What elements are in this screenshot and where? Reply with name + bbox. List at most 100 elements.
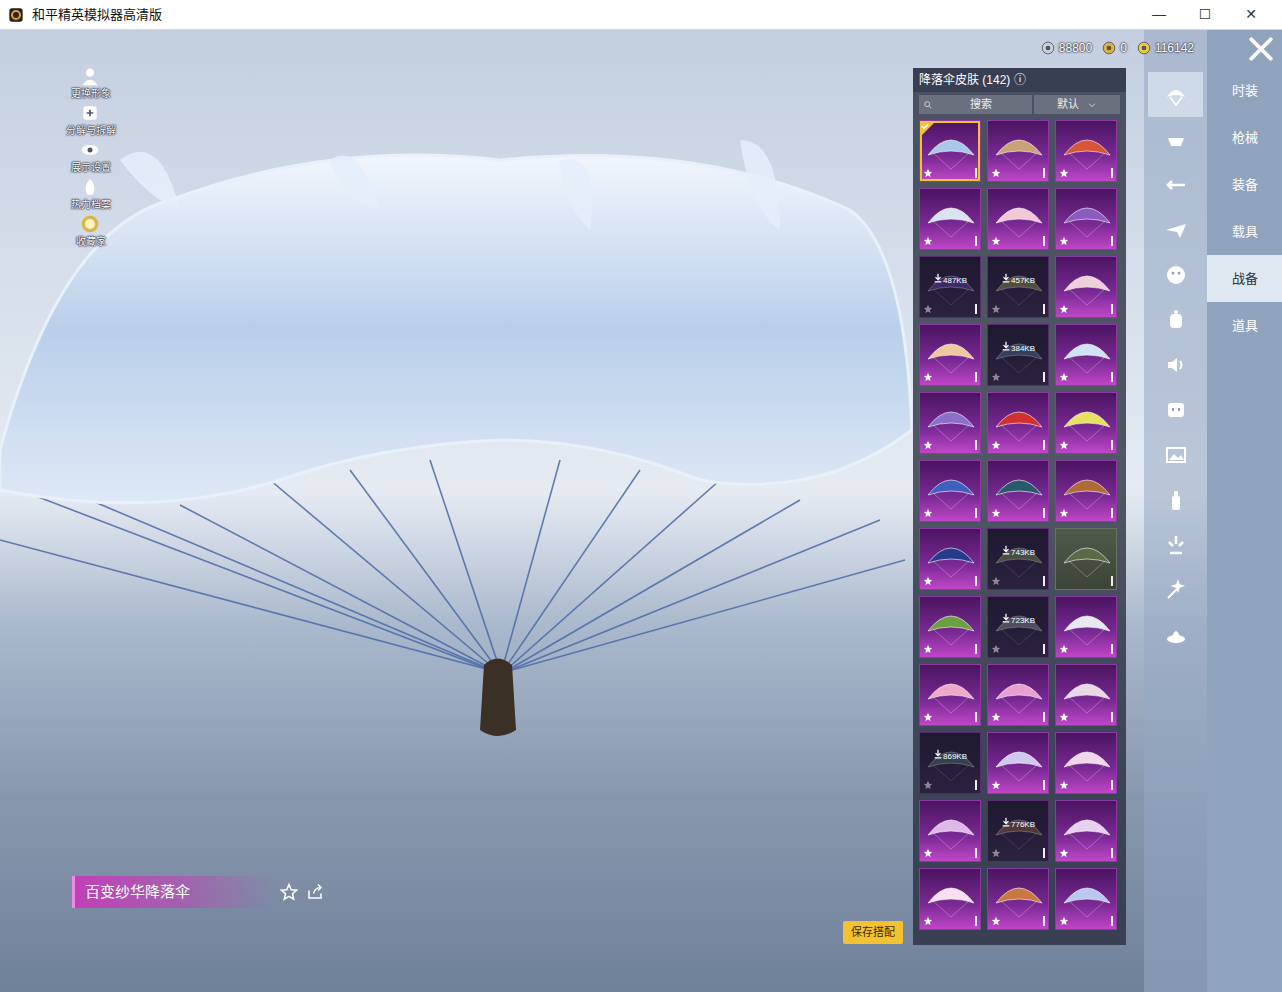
icon-tab[interactable]: [1148, 432, 1203, 477]
star-icon: [991, 644, 1001, 654]
skin-tile[interactable]: [919, 324, 981, 386]
skin-tile[interactable]: [987, 392, 1049, 454]
download-badge[interactable]: 776KB: [988, 817, 1048, 829]
star-icon: [1059, 372, 1069, 382]
skin-tile[interactable]: 384KB: [987, 324, 1049, 386]
window-control[interactable]: ✕: [1228, 4, 1274, 25]
skin-tile[interactable]: 723KB: [987, 596, 1049, 658]
category-tab[interactable]: 载具: [1207, 208, 1282, 255]
skin-tile[interactable]: [919, 392, 981, 454]
category-tab[interactable]: 战备: [1207, 255, 1282, 302]
skin-tile[interactable]: [919, 664, 981, 726]
parachute-icon: [925, 877, 977, 921]
skin-tile[interactable]: [1055, 528, 1117, 590]
icon-tab[interactable]: [1148, 477, 1203, 522]
skin-tile[interactable]: [919, 800, 981, 862]
icon-tab[interactable]: [1148, 612, 1203, 657]
skin-tile[interactable]: 457KB: [987, 256, 1049, 318]
info-button[interactable]: ⓘ: [1014, 71, 1026, 89]
currency-item: 88800: [1041, 39, 1092, 57]
download-badge[interactable]: 487KB: [920, 273, 980, 285]
tool-item[interactable]: 热力档案: [71, 177, 111, 214]
skin-tile[interactable]: [919, 460, 981, 522]
skin-tile[interactable]: [1055, 188, 1117, 250]
icon-tab[interactable]: [1148, 72, 1203, 117]
save-button[interactable]: 保存搭配: [843, 921, 903, 944]
star-icon: [991, 236, 1001, 246]
skin-tile[interactable]: [987, 188, 1049, 250]
skin-tile[interactable]: [919, 188, 981, 250]
tool-item[interactable]: 展示设置: [71, 140, 111, 177]
star-icon: [1059, 304, 1069, 314]
favorite-star-icon[interactable]: [280, 883, 298, 901]
sort-dropdown[interactable]: 默认: [1034, 95, 1120, 114]
selection-frame: [988, 325, 1048, 385]
tile-mark: [975, 848, 977, 858]
icon-tab[interactable]: [1148, 342, 1203, 387]
skin-tile[interactable]: [1055, 256, 1117, 318]
star-icon: [923, 304, 933, 314]
selection-frame: [988, 257, 1048, 317]
category-tab[interactable]: 道具: [1207, 302, 1282, 349]
category-tab[interactable]: 时装: [1207, 67, 1282, 114]
icon-tab[interactable]: [1148, 252, 1203, 297]
icon-tab[interactable]: [1148, 117, 1203, 162]
skin-tile[interactable]: [1055, 732, 1117, 794]
skin-tile[interactable]: [919, 596, 981, 658]
skin-tile[interactable]: [919, 120, 981, 182]
skin-tile[interactable]: [1055, 324, 1117, 386]
category-tab[interactable]: 装备: [1207, 161, 1282, 208]
window-control[interactable]: —: [1136, 4, 1182, 25]
icon-tab[interactable]: [1148, 297, 1203, 342]
download-icon: [933, 273, 943, 283]
tile-mark: [1111, 440, 1113, 450]
skin-tile[interactable]: [987, 732, 1049, 794]
search-field[interactable]: 搜索: [919, 95, 1032, 114]
download-badge[interactable]: 384KB: [988, 341, 1048, 353]
skin-tile[interactable]: 869KB: [919, 732, 981, 794]
skin-tile[interactable]: 776KB: [987, 800, 1049, 862]
download-badge[interactable]: 723KB: [988, 613, 1048, 625]
skin-tile[interactable]: [1055, 392, 1117, 454]
skin-tile[interactable]: [1055, 120, 1117, 182]
tool-item[interactable]: 分解与拆解: [66, 103, 116, 140]
close-icon[interactable]: [1248, 36, 1274, 62]
category-label: 时装: [1232, 81, 1258, 101]
share-icon[interactable]: [306, 883, 324, 901]
parachute-icon: [1061, 537, 1113, 581]
skin-tile[interactable]: [1055, 868, 1117, 930]
skin-tile[interactable]: [1055, 664, 1117, 726]
tile-mark: [975, 304, 977, 314]
tool-item[interactable]: 更换形象: [71, 66, 111, 103]
selection-frame: [1056, 665, 1116, 725]
icon-tab[interactable]: [1148, 162, 1203, 207]
download-badge[interactable]: 743KB: [988, 545, 1048, 557]
window-control[interactable]: ☐: [1182, 4, 1228, 25]
icon-tab[interactable]: [1148, 567, 1203, 612]
selection-frame: [1056, 461, 1116, 521]
skin-tile[interactable]: [919, 868, 981, 930]
download-badge[interactable]: 457KB: [988, 273, 1048, 285]
icon-tab[interactable]: [1148, 387, 1203, 432]
icon-tab[interactable]: [1148, 207, 1203, 252]
download-badge[interactable]: 869KB: [920, 749, 980, 761]
skin-tile[interactable]: [1055, 800, 1117, 862]
skin-tile[interactable]: [987, 664, 1049, 726]
category-tab[interactable]: 枪械: [1207, 114, 1282, 161]
skin-tile[interactable]: 487KB: [919, 256, 981, 318]
skin-tile[interactable]: [1055, 460, 1117, 522]
category-icon: [1164, 398, 1188, 422]
skin-tile[interactable]: [987, 868, 1049, 930]
star-icon: [1059, 780, 1069, 790]
skin-tile[interactable]: [987, 460, 1049, 522]
category-column: 时装枪械装备载具战备道具: [1207, 30, 1282, 992]
selection-frame: [988, 733, 1048, 793]
icon-tab[interactable]: [1148, 522, 1203, 567]
skin-tile[interactable]: 743KB: [987, 528, 1049, 590]
tool-item[interactable]: 收藏家: [76, 214, 106, 251]
skin-tile[interactable]: [987, 120, 1049, 182]
star-icon: [923, 644, 933, 654]
chevron-down-icon: [1087, 100, 1097, 110]
skin-tile[interactable]: [919, 528, 981, 590]
skin-tile[interactable]: [1055, 596, 1117, 658]
